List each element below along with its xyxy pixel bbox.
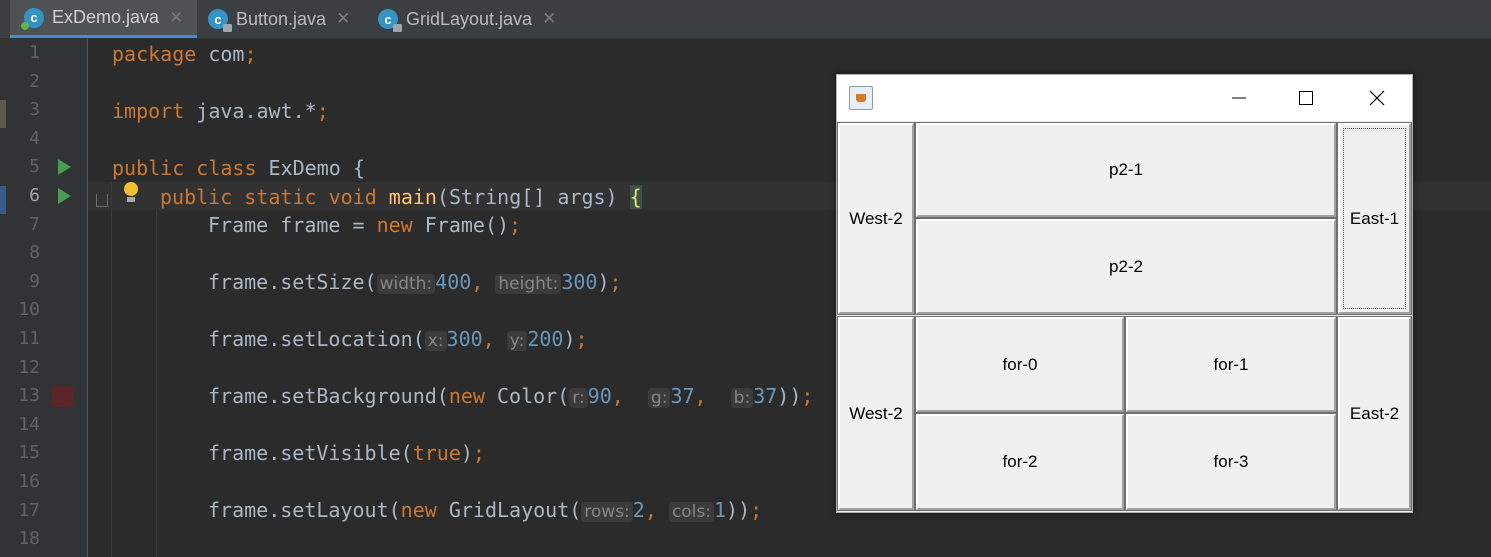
line-number: 17 [18, 499, 40, 521]
line-number: 14 [18, 413, 40, 435]
line-number: 3 [29, 99, 40, 121]
line-number: 18 [18, 528, 40, 550]
tab-label: Button.java [236, 8, 327, 29]
close-icon[interactable]: ✕ [542, 9, 556, 29]
maximize-button[interactable] [1276, 75, 1336, 121]
line-number: 7 [29, 213, 40, 235]
line-number: 6 [29, 185, 40, 206]
tab-label: ExDemo.java [52, 7, 160, 27]
code-line-6[interactable]: public static void main(String[] args) { [160, 185, 642, 209]
java-class-icon: c [21, 7, 44, 30]
for-2-button[interactable]: for-2 [915, 413, 1125, 511]
minimize-button[interactable] [1209, 75, 1269, 121]
line-number: 13 [18, 385, 40, 407]
code-line-11[interactable]: frame.setLocation(x: 300, y: 200); [208, 327, 588, 351]
line-number: 4 [29, 127, 40, 149]
close-icon [1369, 90, 1385, 106]
line-number: 10 [18, 299, 40, 321]
tab-button[interactable]: c Button.java ✕ [208, 0, 350, 38]
west-2-top-button[interactable]: West-2 [837, 122, 915, 315]
frame-content-grid: West-2 p2-1 p2-2 East-1 West-2 for-0 for… [837, 122, 1412, 512]
code-line-1[interactable]: package com; [112, 42, 257, 66]
awt-frame-window: West-2 p2-1 p2-2 East-1 West-2 for-0 for… [836, 74, 1413, 513]
close-button[interactable] [1347, 75, 1407, 121]
line-number: 5 [29, 156, 40, 178]
lightbulb-icon[interactable] [124, 182, 138, 202]
line-number: 12 [18, 356, 40, 378]
line-number: 2 [29, 70, 40, 92]
code-line-15[interactable]: frame.setVisible(true); [208, 441, 485, 465]
tab-exdemo[interactable]: c ExDemo.java ✕ [10, 0, 198, 38]
code-line-3[interactable]: import java.awt.*; [112, 99, 329, 123]
for-0-button[interactable]: for-0 [915, 316, 1125, 413]
east-1-button[interactable]: East-1 [1337, 122, 1412, 315]
maximize-icon [1299, 91, 1313, 105]
line-number: 8 [29, 242, 40, 264]
line-number: 1 [29, 42, 40, 63]
close-icon[interactable]: ✕ [169, 8, 183, 28]
for-1-button[interactable]: for-1 [1125, 316, 1337, 413]
java-cup-icon [849, 86, 873, 110]
breakpoint-icon[interactable] [52, 386, 73, 407]
east-2-button[interactable]: East-2 [1337, 316, 1412, 511]
run-icon[interactable] [58, 188, 71, 204]
code-line-17[interactable]: frame.setLayout(new GridLayout(rows: 2, c… [208, 498, 762, 522]
line-number: 16 [18, 471, 40, 492]
tab-label: GridLayout.java [406, 8, 533, 29]
close-icon[interactable]: ✕ [336, 9, 350, 29]
editor-tab-bar: c ExDemo.java ✕ c Button.java ✕ c GridLa… [0, 0, 1491, 39]
code-line-7[interactable]: Frame frame = new Frame(); [208, 213, 521, 237]
java-class-locked-icon: c [208, 9, 232, 32]
line-number: 15 [18, 442, 40, 464]
code-line-9[interactable]: frame.setSize(width: 400, height: 300); [208, 270, 622, 294]
code-line-5[interactable]: public class ExDemo { [112, 156, 365, 180]
minimize-icon [1232, 97, 1246, 99]
fold-icon[interactable] [96, 194, 108, 207]
window-titlebar[interactable] [837, 75, 1412, 121]
line-number: 9 [29, 270, 40, 292]
p2-1-button[interactable]: p2-1 [915, 122, 1337, 218]
p2-2-button[interactable]: p2-2 [915, 218, 1337, 315]
for-3-button[interactable]: for-3 [1125, 413, 1337, 511]
line-number: 11 [18, 328, 40, 349]
west-2-bottom-button[interactable]: West-2 [837, 316, 915, 511]
run-icon[interactable] [58, 159, 71, 175]
java-class-locked-icon: c [378, 9, 402, 32]
tab-gridlayout[interactable]: c GridLayout.java ✕ [378, 0, 556, 38]
code-line-13[interactable]: frame.setBackground(new Color(r: 90, g: 37… [208, 384, 813, 408]
